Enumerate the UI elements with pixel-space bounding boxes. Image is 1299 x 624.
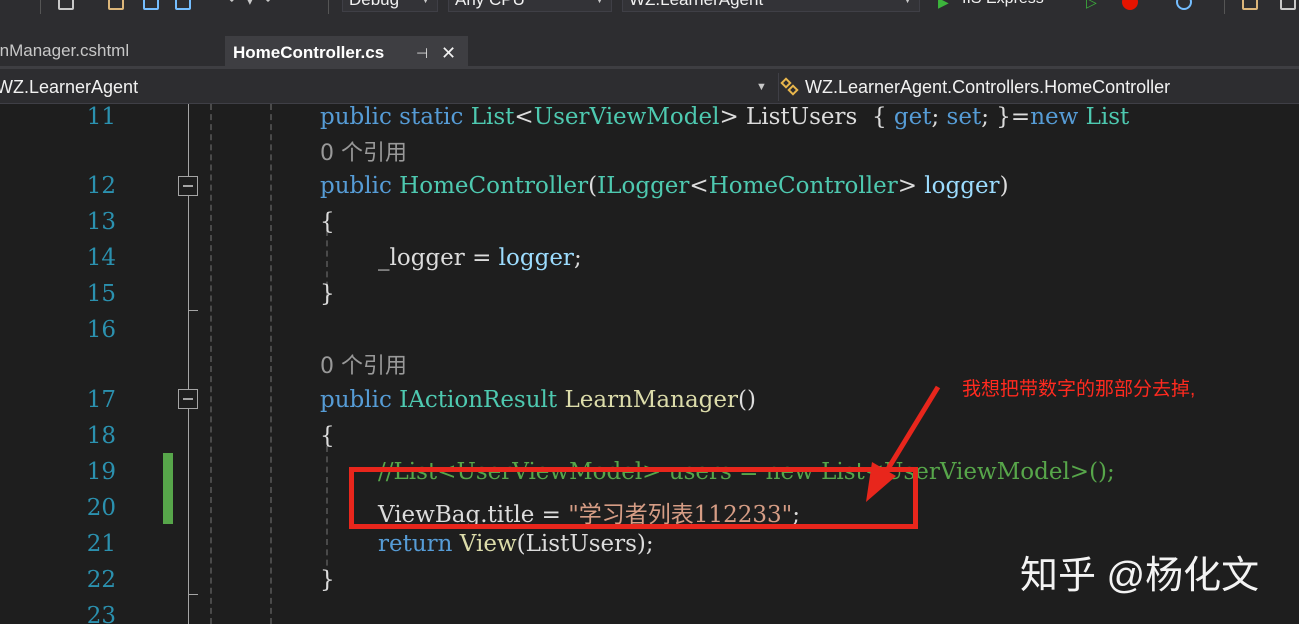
navbar-separator [778,73,779,101]
undo-icon[interactable]: ↶ ▾ ↷ [228,0,272,10]
type-label: WZ.LearnerAgent.Controllers.HomeControll… [805,77,1171,97]
arrow-head [866,462,896,502]
copy-icon[interactable] [58,0,74,10]
stop-icon[interactable] [1122,0,1138,10]
pin-icon[interactable]: ⊣ [416,38,428,68]
tab-label: HomeController.cs [233,43,385,62]
project-label: WZ.LearnerAgent [0,77,139,97]
platform-value: Any CPU [455,0,525,9]
config-dropdown[interactable]: Debug ▼ [342,0,438,12]
toolbar-separator [40,0,41,14]
tab-learnmanager-cshtml[interactable]: rnManager.cshtml [0,36,222,66]
toolbar: ↶ ▾ ↷ Debug ▼ Any CPU ▼ WZ.LearnerAgent ▼ ▶… [0,0,1299,14]
toolbar-separator [328,0,329,14]
config-value: Debug [349,0,399,9]
save-all-icon[interactable] [175,0,191,10]
chevron-down-icon: ▼ [902,0,913,6]
tab-homecontroller-cs[interactable]: HomeController.cs ⊣ ✕ [225,36,468,66]
chevron-down-icon: ▼ [594,0,605,6]
type-dropdown[interactable]: WZ.LearnerAgent.Controllers.HomeControll… [780,75,1171,99]
save-icon[interactable] [143,0,159,10]
navigation-bar: WZ.LearnerAgent ▼ WZ.LearnerAgent.Contro… [0,69,1299,104]
project-dropdown[interactable]: WZ.LearnerAgent [0,75,772,99]
run-target-label[interactable]: IIS Express [962,0,1044,8]
watermark: 知乎 @杨化文 [1020,555,1260,597]
solution-explorer-icon[interactable] [1242,0,1258,10]
toolbar-separator [1224,0,1225,14]
run-icon[interactable]: ▶ [938,0,949,11]
arrow-shaft [877,385,941,484]
start-without-debug-icon[interactable]: ▷ [1086,0,1097,11]
startup-project-dropdown[interactable]: WZ.LearnerAgent ▼ [622,0,920,12]
platform-dropdown[interactable]: Any CPU ▼ [448,0,612,12]
extensions-icon[interactable] [1280,0,1296,10]
annotation-text: 我想把带数字的那部分去掉, [962,379,1196,400]
class-icon [780,77,799,96]
code-editor[interactable]: 11 12 13 14 15 16 17 18 19 20 21 22 23 p… [0,104,1299,624]
startup-project-value: WZ.LearnerAgent [629,0,763,9]
open-folder-icon[interactable] [108,0,124,10]
chevron-down-icon[interactable]: ▼ [756,75,767,99]
refresh-icon[interactable] [1176,0,1192,10]
chevron-down-icon: ▼ [420,0,431,6]
tab-label: rnManager.cshtml [0,41,130,60]
document-tab-bar: rnManager.cshtml HomeController.cs ⊣ ✕ [0,14,1299,67]
close-icon[interactable]: ✕ [441,38,456,68]
